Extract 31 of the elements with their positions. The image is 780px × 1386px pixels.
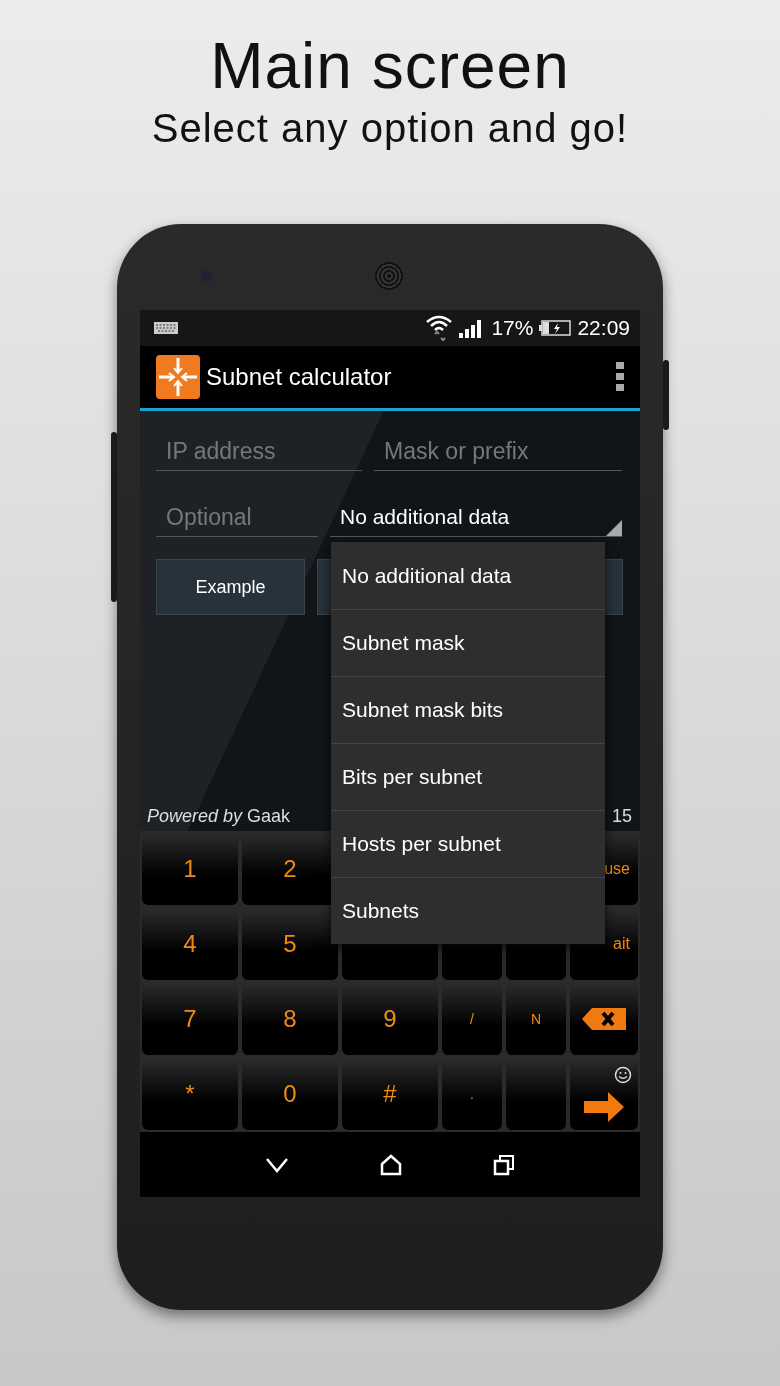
smiley-icon: [614, 1066, 632, 1084]
app-logo-icon: [156, 355, 200, 399]
home-icon[interactable]: [380, 1153, 402, 1176]
app-title: Subnet calculator: [206, 363, 392, 391]
powered-by-text: Powered by Gaak: [147, 806, 291, 827]
clock: 22:09: [577, 316, 630, 340]
dropdown-triangle-icon: [606, 520, 622, 536]
menu-item[interactable]: Hosts per subnet: [331, 810, 605, 877]
counter-text: 15: [611, 806, 632, 827]
headline: Main screen: [210, 29, 570, 104]
arrow-right-icon: [584, 1092, 624, 1122]
subheadline: Select any option and go!: [151, 105, 629, 152]
recent-apps-icon[interactable]: [492, 1153, 515, 1176]
menu-item[interactable]: Subnet mask: [331, 609, 605, 676]
ip-address-field[interactable]: IP address: [156, 433, 362, 471]
example-button[interactable]: Example: [156, 559, 305, 615]
menu-item[interactable]: No additional data: [331, 542, 605, 609]
optional-field[interactable]: Optional: [156, 499, 318, 537]
menu-item[interactable]: Subnets: [331, 877, 605, 944]
overflow-menu-icon[interactable]: [616, 362, 624, 392]
menu-item[interactable]: Subnet mask bits: [331, 676, 605, 743]
data-dropdown[interactable]: No additional data: [330, 497, 622, 537]
wifi-icon: [425, 314, 454, 342]
keyboard-icon: [154, 322, 178, 334]
speaker-icon: [375, 262, 403, 290]
mask-field[interactable]: Mask or prefix: [374, 433, 622, 471]
back-icon[interactable]: [265, 1156, 290, 1173]
battery-percent: 17%: [491, 316, 534, 340]
backspace-icon: [582, 1008, 626, 1030]
menu-item[interactable]: Bits per subnet: [331, 743, 605, 810]
battery-icon: [539, 320, 572, 336]
